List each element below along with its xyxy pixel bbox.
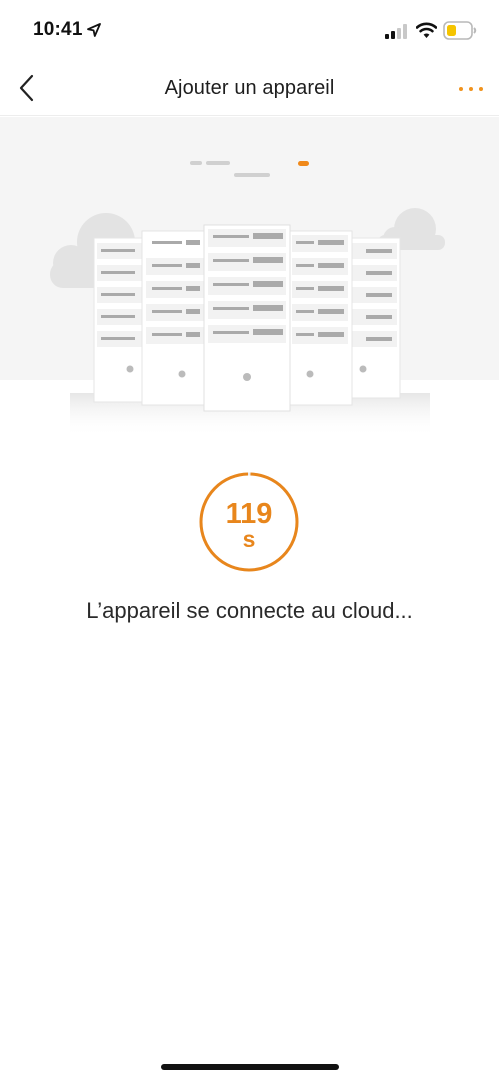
add-device-screen: 10:41 Ajouter un appareil 119 s L’appare… bbox=[0, 0, 499, 1080]
server-rack-2 bbox=[141, 230, 209, 406]
step-indicator bbox=[190, 161, 309, 177]
page-title: Ajouter un appareil bbox=[164, 77, 335, 99]
countdown-timer: 119 s bbox=[198, 471, 300, 573]
server-racks-illustration bbox=[50, 161, 445, 437]
server-rack-4 bbox=[287, 230, 353, 406]
server-rack-3 bbox=[203, 224, 291, 412]
server-rack-5 bbox=[347, 237, 401, 399]
more-horizontal-icon[interactable] bbox=[457, 79, 485, 99]
battery-low-icon bbox=[443, 21, 477, 40]
server-rack-1 bbox=[93, 237, 149, 403]
countdown-unit: s bbox=[242, 526, 256, 552]
cellular-signal-icon bbox=[385, 24, 407, 39]
countdown-value: 119 bbox=[225, 498, 273, 530]
home-indicator bbox=[161, 1064, 339, 1070]
connection-status-message: L’appareil se connecte au cloud... bbox=[86, 598, 413, 623]
wifi-icon bbox=[416, 22, 437, 38]
status-bar: 10:41 bbox=[0, 0, 499, 60]
status-time: 10:41 bbox=[33, 19, 83, 40]
navigation-bar: Ajouter un appareil bbox=[0, 60, 499, 116]
location-arrow-icon bbox=[87, 23, 101, 37]
